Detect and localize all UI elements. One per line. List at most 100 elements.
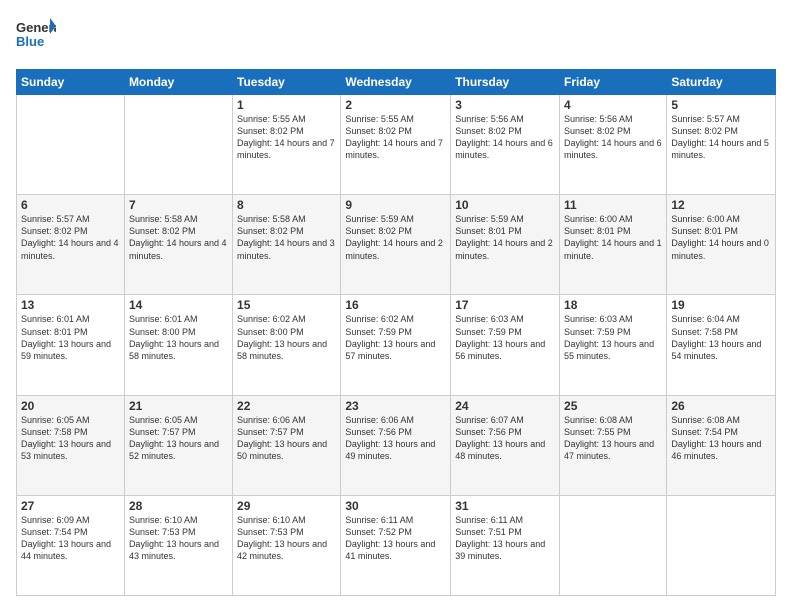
day-number: 6 [21,198,120,212]
calendar-cell: 29Sunrise: 6:10 AM Sunset: 7:53 PM Dayli… [233,495,341,595]
calendar-week-row: 27Sunrise: 6:09 AM Sunset: 7:54 PM Dayli… [17,495,776,595]
logo-mark: General Blue [16,16,56,59]
day-number: 21 [129,399,228,413]
day-info: Sunrise: 6:06 AM Sunset: 7:57 PM Dayligh… [237,414,336,463]
day-info: Sunrise: 5:59 AM Sunset: 8:01 PM Dayligh… [455,213,555,262]
calendar-cell: 2Sunrise: 5:55 AM Sunset: 8:02 PM Daylig… [341,95,451,195]
calendar-cell: 27Sunrise: 6:09 AM Sunset: 7:54 PM Dayli… [17,495,125,595]
day-number: 24 [455,399,555,413]
day-number: 8 [237,198,336,212]
calendar-cell: 14Sunrise: 6:01 AM Sunset: 8:00 PM Dayli… [124,295,232,395]
page: General Blue SundayMondayTuesdayWednesda… [0,0,792,612]
day-info: Sunrise: 6:00 AM Sunset: 8:01 PM Dayligh… [564,213,662,262]
calendar-cell: 17Sunrise: 6:03 AM Sunset: 7:59 PM Dayli… [451,295,560,395]
day-number: 29 [237,499,336,513]
day-info: Sunrise: 5:58 AM Sunset: 8:02 PM Dayligh… [237,213,336,262]
weekday-header: Monday [124,70,232,95]
calendar-cell: 9Sunrise: 5:59 AM Sunset: 8:02 PM Daylig… [341,195,451,295]
day-info: Sunrise: 6:01 AM Sunset: 8:00 PM Dayligh… [129,313,228,362]
day-info: Sunrise: 6:11 AM Sunset: 7:51 PM Dayligh… [455,514,555,563]
day-number: 30 [345,499,446,513]
day-number: 10 [455,198,555,212]
day-info: Sunrise: 6:08 AM Sunset: 7:55 PM Dayligh… [564,414,662,463]
day-info: Sunrise: 5:58 AM Sunset: 8:02 PM Dayligh… [129,213,228,262]
day-number: 25 [564,399,662,413]
calendar-cell [560,495,667,595]
day-number: 14 [129,298,228,312]
calendar-cell: 25Sunrise: 6:08 AM Sunset: 7:55 PM Dayli… [560,395,667,495]
day-number: 9 [345,198,446,212]
day-number: 31 [455,499,555,513]
calendar-cell [124,95,232,195]
weekday-row: SundayMondayTuesdayWednesdayThursdayFrid… [17,70,776,95]
calendar-cell: 26Sunrise: 6:08 AM Sunset: 7:54 PM Dayli… [667,395,776,495]
day-number: 4 [564,98,662,112]
calendar-body: 1Sunrise: 5:55 AM Sunset: 8:02 PM Daylig… [17,95,776,596]
logo: General Blue [16,16,56,59]
calendar-cell: 8Sunrise: 5:58 AM Sunset: 8:02 PM Daylig… [233,195,341,295]
day-number: 19 [671,298,771,312]
day-number: 26 [671,399,771,413]
day-info: Sunrise: 6:06 AM Sunset: 7:56 PM Dayligh… [345,414,446,463]
day-info: Sunrise: 5:59 AM Sunset: 8:02 PM Dayligh… [345,213,446,262]
day-number: 2 [345,98,446,112]
day-number: 22 [237,399,336,413]
day-number: 28 [129,499,228,513]
day-number: 23 [345,399,446,413]
day-info: Sunrise: 5:57 AM Sunset: 8:02 PM Dayligh… [671,113,771,162]
day-info: Sunrise: 5:56 AM Sunset: 8:02 PM Dayligh… [564,113,662,162]
calendar-cell: 15Sunrise: 6:02 AM Sunset: 8:00 PM Dayli… [233,295,341,395]
calendar-cell: 10Sunrise: 5:59 AM Sunset: 8:01 PM Dayli… [451,195,560,295]
day-number: 18 [564,298,662,312]
calendar-cell: 21Sunrise: 6:05 AM Sunset: 7:57 PM Dayli… [124,395,232,495]
day-info: Sunrise: 6:00 AM Sunset: 8:01 PM Dayligh… [671,213,771,262]
calendar-header: SundayMondayTuesdayWednesdayThursdayFrid… [17,70,776,95]
calendar-cell [17,95,125,195]
calendar-cell: 4Sunrise: 5:56 AM Sunset: 8:02 PM Daylig… [560,95,667,195]
day-info: Sunrise: 5:55 AM Sunset: 8:02 PM Dayligh… [345,113,446,162]
day-number: 17 [455,298,555,312]
day-info: Sunrise: 6:03 AM Sunset: 7:59 PM Dayligh… [455,313,555,362]
day-info: Sunrise: 6:04 AM Sunset: 7:58 PM Dayligh… [671,313,771,362]
day-number: 12 [671,198,771,212]
day-number: 20 [21,399,120,413]
day-info: Sunrise: 6:05 AM Sunset: 7:57 PM Dayligh… [129,414,228,463]
day-info: Sunrise: 6:10 AM Sunset: 7:53 PM Dayligh… [237,514,336,563]
calendar-week-row: 20Sunrise: 6:05 AM Sunset: 7:58 PM Dayli… [17,395,776,495]
calendar-cell: 11Sunrise: 6:00 AM Sunset: 8:01 PM Dayli… [560,195,667,295]
day-number: 3 [455,98,555,112]
calendar-cell: 31Sunrise: 6:11 AM Sunset: 7:51 PM Dayli… [451,495,560,595]
day-number: 27 [21,499,120,513]
calendar-cell: 19Sunrise: 6:04 AM Sunset: 7:58 PM Dayli… [667,295,776,395]
day-number: 1 [237,98,336,112]
day-info: Sunrise: 6:03 AM Sunset: 7:59 PM Dayligh… [564,313,662,362]
calendar-week-row: 13Sunrise: 6:01 AM Sunset: 8:01 PM Dayli… [17,295,776,395]
calendar-cell: 13Sunrise: 6:01 AM Sunset: 8:01 PM Dayli… [17,295,125,395]
day-info: Sunrise: 6:07 AM Sunset: 7:56 PM Dayligh… [455,414,555,463]
calendar-cell: 5Sunrise: 5:57 AM Sunset: 8:02 PM Daylig… [667,95,776,195]
day-number: 16 [345,298,446,312]
day-number: 7 [129,198,228,212]
calendar-week-row: 6Sunrise: 5:57 AM Sunset: 8:02 PM Daylig… [17,195,776,295]
svg-text:Blue: Blue [16,34,44,49]
calendar-cell: 22Sunrise: 6:06 AM Sunset: 7:57 PM Dayli… [233,395,341,495]
weekday-header: Friday [560,70,667,95]
day-number: 5 [671,98,771,112]
calendar-cell: 23Sunrise: 6:06 AM Sunset: 7:56 PM Dayli… [341,395,451,495]
day-info: Sunrise: 5:55 AM Sunset: 8:02 PM Dayligh… [237,113,336,162]
day-info: Sunrise: 6:09 AM Sunset: 7:54 PM Dayligh… [21,514,120,563]
calendar-cell: 18Sunrise: 6:03 AM Sunset: 7:59 PM Dayli… [560,295,667,395]
weekday-header: Saturday [667,70,776,95]
day-info: Sunrise: 6:02 AM Sunset: 8:00 PM Dayligh… [237,313,336,362]
day-info: Sunrise: 6:08 AM Sunset: 7:54 PM Dayligh… [671,414,771,463]
weekday-header: Wednesday [341,70,451,95]
calendar-cell: 30Sunrise: 6:11 AM Sunset: 7:52 PM Dayli… [341,495,451,595]
calendar-cell: 24Sunrise: 6:07 AM Sunset: 7:56 PM Dayli… [451,395,560,495]
calendar: SundayMondayTuesdayWednesdayThursdayFrid… [16,69,776,596]
calendar-cell: 16Sunrise: 6:02 AM Sunset: 7:59 PM Dayli… [341,295,451,395]
day-info: Sunrise: 6:11 AM Sunset: 7:52 PM Dayligh… [345,514,446,563]
day-number: 15 [237,298,336,312]
calendar-cell: 3Sunrise: 5:56 AM Sunset: 8:02 PM Daylig… [451,95,560,195]
weekday-header: Thursday [451,70,560,95]
day-number: 11 [564,198,662,212]
